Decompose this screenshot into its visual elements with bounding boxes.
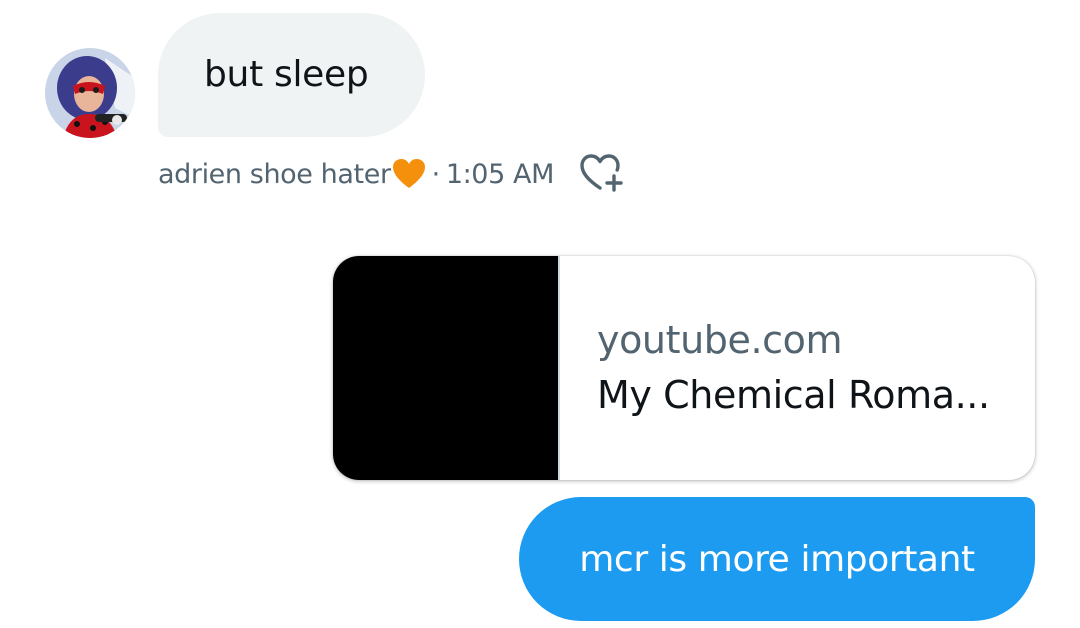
orange-heart-emoji-icon xyxy=(392,158,426,190)
message-timestamp: 1:05 AM xyxy=(445,158,555,190)
add-reaction-button[interactable] xyxy=(578,152,626,196)
link-preview-domain: youtube.com xyxy=(597,317,843,362)
heart-plus-icon xyxy=(580,154,623,192)
outgoing-message-text: mcr is more important xyxy=(579,538,975,580)
incoming-message-text: but sleep xyxy=(204,54,369,95)
meta-separator: · xyxy=(431,158,441,190)
link-preview-thumbnail xyxy=(333,256,558,480)
incoming-message-bubble[interactable]: but sleep xyxy=(158,13,425,137)
link-preview-card[interactable]: youtube.com My Chemical Roma... xyxy=(333,256,1035,480)
sender-name: adrien shoe hater xyxy=(158,158,391,190)
avatar-image xyxy=(45,48,135,138)
link-preview-title: My Chemical Roma... xyxy=(597,373,990,417)
outgoing-message-bubble[interactable]: mcr is more important xyxy=(519,497,1035,621)
message-meta: adrien shoe hater · 1:05 AM xyxy=(158,152,626,196)
link-preview-body: youtube.com My Chemical Roma... xyxy=(560,256,1035,480)
avatar[interactable] xyxy=(45,48,135,138)
